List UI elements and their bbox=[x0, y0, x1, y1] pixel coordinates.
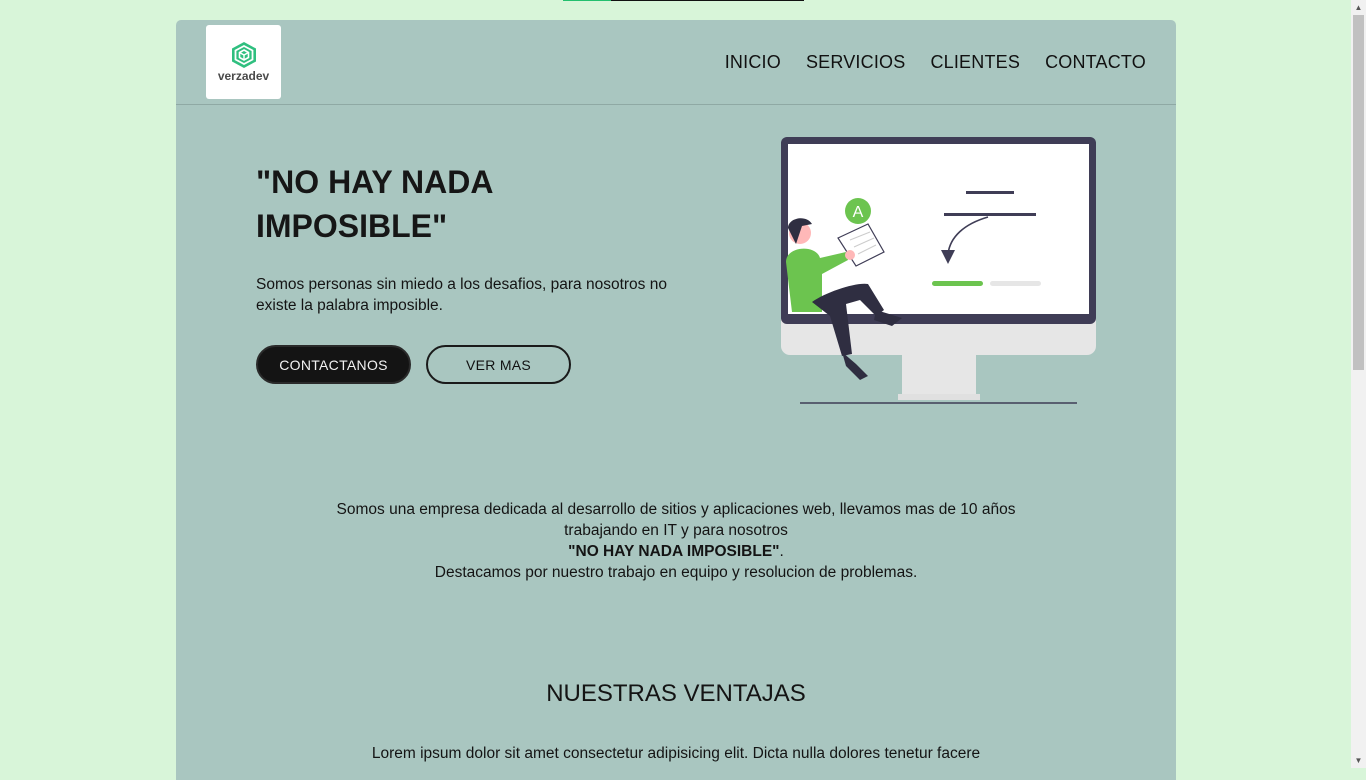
page-scrollbar[interactable]: ▲ ▼ bbox=[1351, 0, 1366, 768]
hexagon-cube-icon bbox=[232, 42, 256, 68]
advantages-title: NUESTRAS VENTAJAS bbox=[546, 680, 806, 707]
about-highlight: "NO HAY NADA IMPOSIBLE" bbox=[568, 543, 780, 560]
main-nav: INICIO SERVICIOS CLIENTES CONTACTO bbox=[725, 52, 1146, 73]
about-text: Somos una empresa dedicada al desarrollo… bbox=[336, 501, 1016, 539]
about-section: Somos una empresa dedicada al desarrollo… bbox=[326, 499, 1026, 583]
nav-item-contacto[interactable]: CONTACTO bbox=[1045, 52, 1146, 73]
about-highlight-suffix: . bbox=[779, 543, 784, 560]
hero-subtitle: Somos personas sin miedo a los desafios,… bbox=[256, 276, 667, 314]
nav-item-inicio[interactable]: INICIO bbox=[725, 52, 781, 73]
nav-item-servicios[interactable]: SERVICIOS bbox=[806, 52, 906, 73]
advantages-text: Lorem ipsum dolor sit amet consectetur a… bbox=[371, 745, 981, 762]
hero-illustration: A bbox=[781, 137, 1096, 404]
hero-title-line2: IMPOSIBLE" bbox=[256, 208, 448, 244]
scroll-up-arrow-icon[interactable]: ▲ bbox=[1351, 0, 1366, 15]
scroll-progress-fill bbox=[563, 0, 612, 1]
hero-title: "NO HAY NADA IMPOSIBLE" bbox=[256, 160, 636, 248]
brand-logo[interactable]: verzadev bbox=[206, 25, 281, 99]
nav-item-clientes[interactable]: CLIENTES bbox=[930, 52, 1020, 73]
scrollbar-thumb[interactable] bbox=[1353, 15, 1364, 370]
scroll-down-arrow-icon[interactable]: ▼ bbox=[1351, 753, 1366, 768]
about-highlight-line: "NO HAY NADA IMPOSIBLE". bbox=[326, 541, 1026, 562]
about-closing: Destacamos por nuestro trabajo en equipo… bbox=[434, 564, 918, 581]
scroll-progress-bar bbox=[563, 0, 804, 1]
page-container: verzadev INICIO SERVICIOS CLIENTES CONTA… bbox=[176, 20, 1176, 780]
hero-title-line1: "NO HAY NADA bbox=[256, 164, 494, 200]
site-header: verzadev INICIO SERVICIOS CLIENTES CONTA… bbox=[176, 20, 1176, 105]
brand-name: verzadev bbox=[217, 69, 270, 83]
contactanos-button[interactable]: CONTACTANOS bbox=[256, 345, 411, 384]
ver-mas-button[interactable]: VER MAS bbox=[426, 345, 571, 384]
badge-letter: A bbox=[853, 204, 864, 221]
